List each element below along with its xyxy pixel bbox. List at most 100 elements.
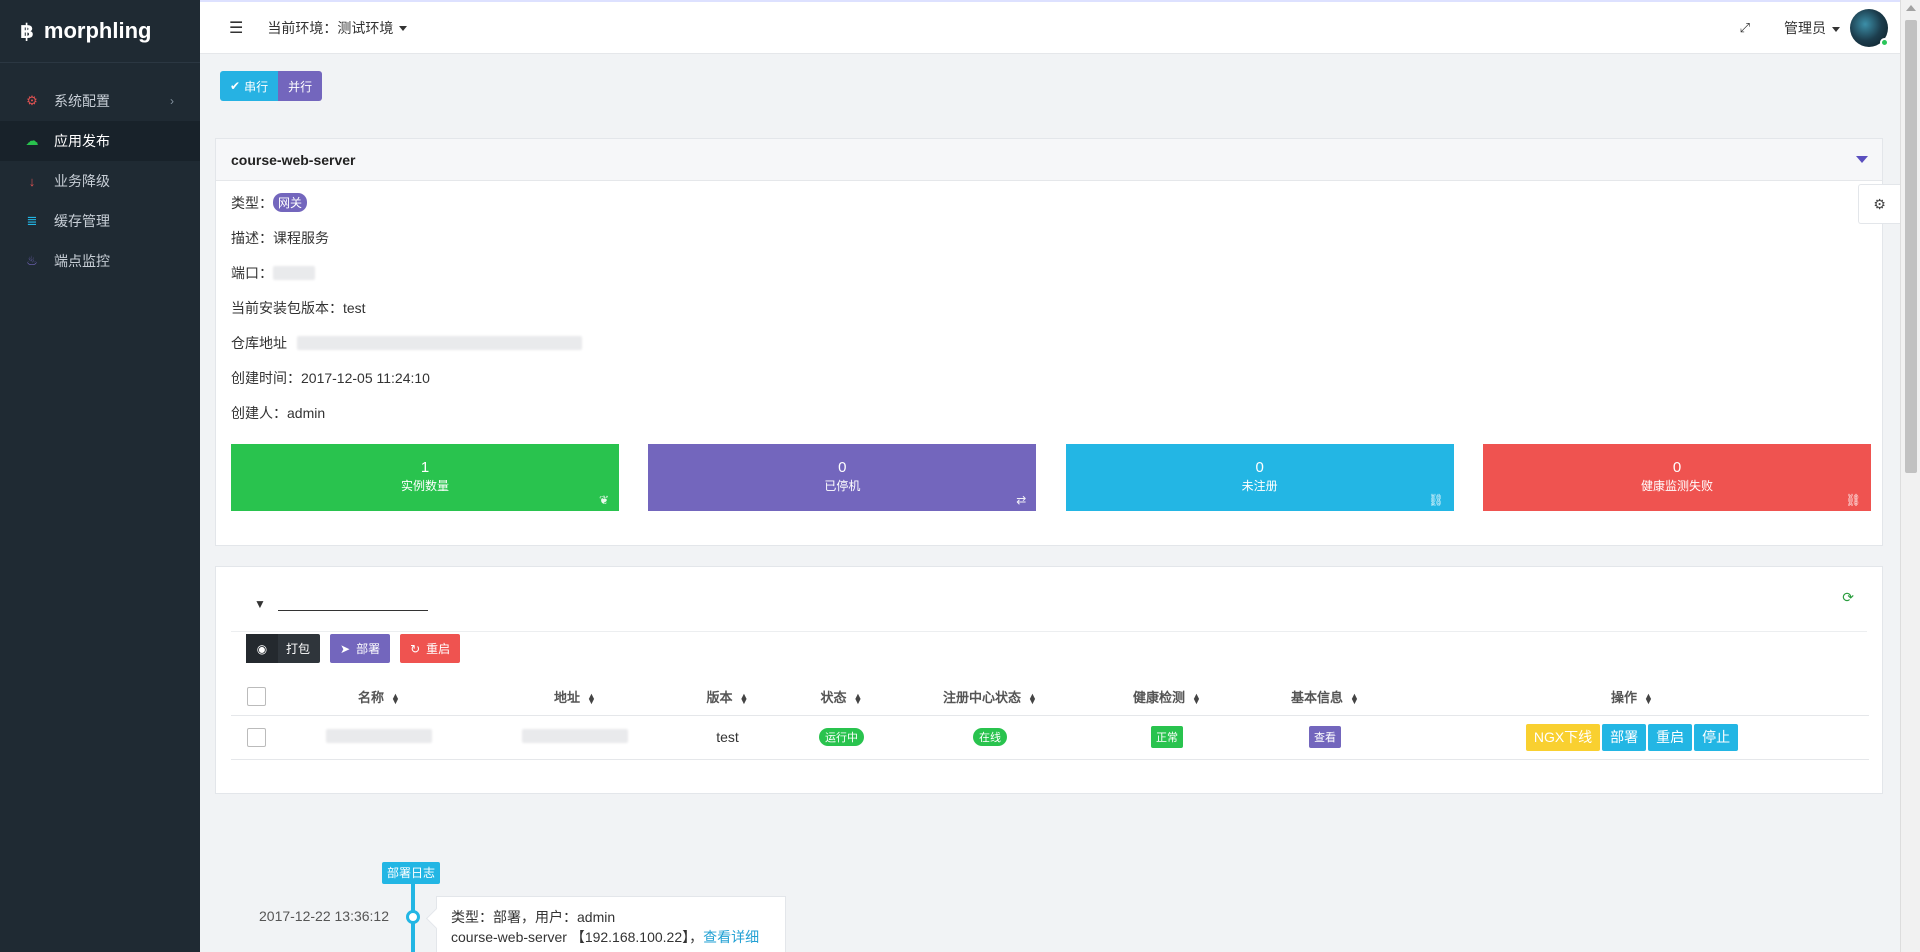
stat-stopped[interactable]: 0 已停机 ⇄ xyxy=(648,444,1037,511)
unlink-icon: ⛓ xyxy=(1845,493,1861,507)
sort-icon: ▲ ▼ xyxy=(1350,690,1359,706)
send-icon: ➤ xyxy=(340,641,351,656)
registry-badge: 在线 xyxy=(973,728,1007,746)
settings-gear-icon[interactable]: ⚙ xyxy=(1858,184,1900,224)
user-menu[interactable]: 管理员 xyxy=(1784,18,1840,38)
info-port: 端口： xyxy=(231,255,1882,290)
col-actions[interactable]: 操作 ▲ ▼ xyxy=(1395,679,1869,716)
col-address[interactable]: 地址 ▲ ▼ xyxy=(477,679,673,716)
creator-value: admin xyxy=(287,404,326,421)
type-tag: 网关 xyxy=(273,193,308,212)
col-version[interactable]: 版本 ▲ ▼ xyxy=(673,679,782,716)
col-label: 基本信息 xyxy=(1291,690,1344,706)
vertical-scrollbar[interactable] xyxy=(1900,0,1920,952)
stat-unregistered[interactable]: 0 未注册 ⛓ xyxy=(1065,444,1454,511)
port-label: 端口： xyxy=(231,264,273,281)
timeline-time: 2017-12-22 13:36:12 xyxy=(259,908,389,924)
filter-icon: ▼ xyxy=(254,597,266,611)
sort-icon: ▲ ▼ xyxy=(853,690,863,706)
divider xyxy=(231,631,1867,632)
env-label: 当前环境： xyxy=(267,19,338,36)
filter-input[interactable] xyxy=(277,587,428,611)
restart-button[interactable]: ↻ 重启 xyxy=(400,634,461,663)
repo-label: 仓库地址 xyxy=(231,334,287,351)
cell-version: test xyxy=(673,715,782,760)
menu-toggle-icon[interactable]: ☰ xyxy=(229,18,243,38)
sort-icon: ▲ ▼ xyxy=(1192,690,1201,706)
sidebar-item-app-release[interactable]: ☁ 应用发布 xyxy=(0,121,200,161)
created-value: 2017-12-05 11:24:10 xyxy=(301,369,430,386)
row-checkbox[interactable] xyxy=(246,727,266,747)
restart-label: 重启 xyxy=(426,642,451,656)
health-badge[interactable]: 正常 xyxy=(1151,726,1183,748)
port-value-redacted xyxy=(273,265,315,280)
col-health[interactable]: 健康检测 ▲ ▼ xyxy=(1079,679,1255,716)
serial-button[interactable]: ✔ 串行 xyxy=(220,71,279,101)
refresh-icon[interactable]: ⟳ xyxy=(1842,589,1854,606)
brand[interactable]: ฿ morphling xyxy=(0,0,200,63)
cell-address xyxy=(477,715,673,760)
view-info-button[interactable]: 查看 xyxy=(1309,726,1341,748)
col-registry-status[interactable]: 注册中心状态 ▲ ▼ xyxy=(901,679,1079,716)
col-label: 版本 xyxy=(706,690,733,706)
col-label: 操作 xyxy=(1611,690,1638,706)
select-all-checkbox[interactable] xyxy=(246,687,266,707)
type-label: 类型： xyxy=(231,194,273,211)
server-name: course-web-server xyxy=(231,151,356,168)
sidebar-item-label: 端点监控 xyxy=(54,253,110,269)
row-select-cell xyxy=(231,715,281,760)
sidebar-item-label: 缓存管理 xyxy=(54,213,110,229)
stat-health-failed[interactable]: 0 健康监测失败 ⛓ xyxy=(1482,444,1871,511)
address-redacted xyxy=(522,728,628,743)
timeline-line2: course-web-server 【192.168.100.22】， xyxy=(451,929,704,945)
row-restart-button[interactable]: 重启 xyxy=(1648,723,1693,751)
timeline-dot xyxy=(406,910,420,924)
version-value: test xyxy=(343,299,366,316)
env-selector[interactable]: 当前环境：测试环境 xyxy=(267,18,408,38)
stat-value: 0 xyxy=(838,459,847,476)
sidebar-nav: ⚙ 系统配置 › ☁ 应用发布 ↓ 业务降级 ≣ 缓存管理 ♨ 端点监控 xyxy=(0,81,200,281)
col-status[interactable]: 状态 ▲ ▼ xyxy=(782,679,901,716)
scroll-up-arrow-icon[interactable] xyxy=(1906,5,1916,11)
info-type: 类型： 网关 xyxy=(231,185,1882,220)
col-info[interactable]: 基本信息 ▲ ▼ xyxy=(1255,679,1395,716)
view-detail-link[interactable]: 查看详细 xyxy=(703,929,759,945)
sort-icon: ▲ ▼ xyxy=(1644,690,1653,706)
cell-name xyxy=(281,715,477,760)
unlink-icon: ⛓ xyxy=(1428,493,1444,507)
sidebar-item-endpoint-monitor[interactable]: ♨ 端点监控 xyxy=(0,241,200,281)
pack-button[interactable]: ◉ 打包 xyxy=(246,634,321,663)
col-label: 健康检测 xyxy=(1133,690,1186,706)
fullscreen-icon[interactable]: ⤢ xyxy=(1740,20,1750,36)
sidebar-item-degrade[interactable]: ↓ 业务降级 xyxy=(0,161,200,201)
deploy-button[interactable]: ➤ 部署 xyxy=(330,634,391,663)
app-name: morphling xyxy=(43,18,152,43)
collapse-caret-icon[interactable] xyxy=(1856,156,1868,163)
user-name: 管理员 xyxy=(1784,20,1826,36)
col-name[interactable]: 名称 ▲ ▼ xyxy=(281,679,477,716)
name-redacted xyxy=(326,728,432,743)
col-label: 注册中心状态 xyxy=(943,690,1022,706)
status-badge: 运行中 xyxy=(819,728,864,746)
sidebar-item-system-config[interactable]: ⚙ 系统配置 › xyxy=(0,81,200,121)
row-stop-button[interactable]: 停止 xyxy=(1694,723,1739,751)
leaf-icon: ❦ xyxy=(598,493,609,507)
server-info: 类型： 网关 描述： 课程服务 端口： 当前安装包版本： test 仓库地址 创建时间… xyxy=(216,185,1882,430)
stat-instances[interactable]: 1 实例数量 ❦ xyxy=(231,444,619,511)
col-label: 状态 xyxy=(820,690,847,706)
mode-toggle: ✔ 串行 并行 xyxy=(220,71,323,101)
stat-value: 1 xyxy=(420,459,430,476)
topbar-right: ⤢ 管理员 xyxy=(1740,2,1900,54)
stat-value: 0 xyxy=(1672,459,1682,476)
parallel-button[interactable]: 并行 xyxy=(278,71,323,101)
bitcoin-logo-icon: ฿ xyxy=(20,20,34,43)
scrollbar-thumb[interactable] xyxy=(1905,20,1917,473)
row-deploy-button[interactable]: 部署 xyxy=(1602,723,1647,751)
sidebar-item-label: 应用发布 xyxy=(54,133,110,149)
sidebar-item-cache[interactable]: ≣ 缓存管理 xyxy=(0,201,200,241)
avatar[interactable] xyxy=(1850,9,1889,47)
serial-label: 串行 xyxy=(244,79,269,94)
filter: ▼ xyxy=(254,587,428,611)
ngx-offline-button[interactable]: NGX下线 xyxy=(1525,723,1601,751)
timeline-entry: 类型：部署，用户：admin course-web-server 【192.16… xyxy=(436,896,786,952)
